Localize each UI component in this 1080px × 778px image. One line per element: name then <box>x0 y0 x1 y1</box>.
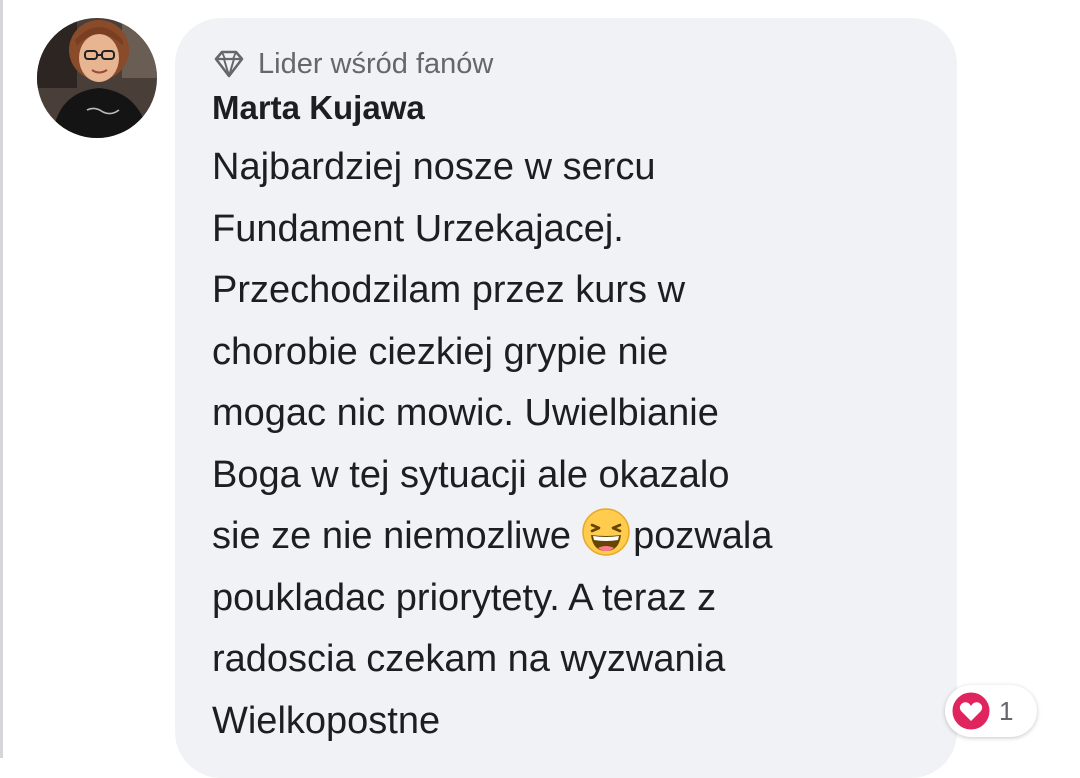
comment-line-part: pozwala <box>633 515 773 557</box>
reaction-summary[interactable]: 1 <box>945 685 1037 737</box>
reaction-count: 1 <box>999 695 1014 726</box>
comment-line: Przechodzilam przez kurs w <box>212 269 686 311</box>
avatar[interactable] <box>37 18 157 138</box>
comment-line: Fundament Urzekajacej. <box>212 207 624 250</box>
heart-icon <box>949 689 993 733</box>
diamond-icon <box>214 50 244 78</box>
top-fan-badge[interactable]: Lider wśród fanów <box>212 44 493 84</box>
comment-line: Wielkopostne <box>212 699 441 742</box>
comment-line: mogac nic mowic. Uwielbianie <box>212 392 719 434</box>
comment-line: Boga w tej sytuacji ale okazalo <box>212 453 730 496</box>
grinning-squinting-face-emoji <box>582 508 630 556</box>
author-name[interactable]: Marta Kujawa <box>212 86 425 130</box>
comment-line-with-emoji: sie ze nie niemozliwe pozwala <box>212 506 942 568</box>
comment-line: Najbardziej nosze w sercu <box>212 146 656 188</box>
comment-text: Najbardziej nosze w sercu Fundament Urze… <box>212 137 942 752</box>
avatar-image <box>37 18 157 138</box>
badge-label: Lider wśród fanów <box>258 47 494 80</box>
comment-line: chorobie ciezkiej grypie nie <box>212 330 669 373</box>
left-border <box>0 0 3 758</box>
comment-line-part: sie ze nie niemozliwe <box>212 515 572 557</box>
comment-line: poukladac priorytety. A teraz z <box>212 576 717 619</box>
comment-line: radoscia czekam na wyzwania <box>212 638 726 680</box>
